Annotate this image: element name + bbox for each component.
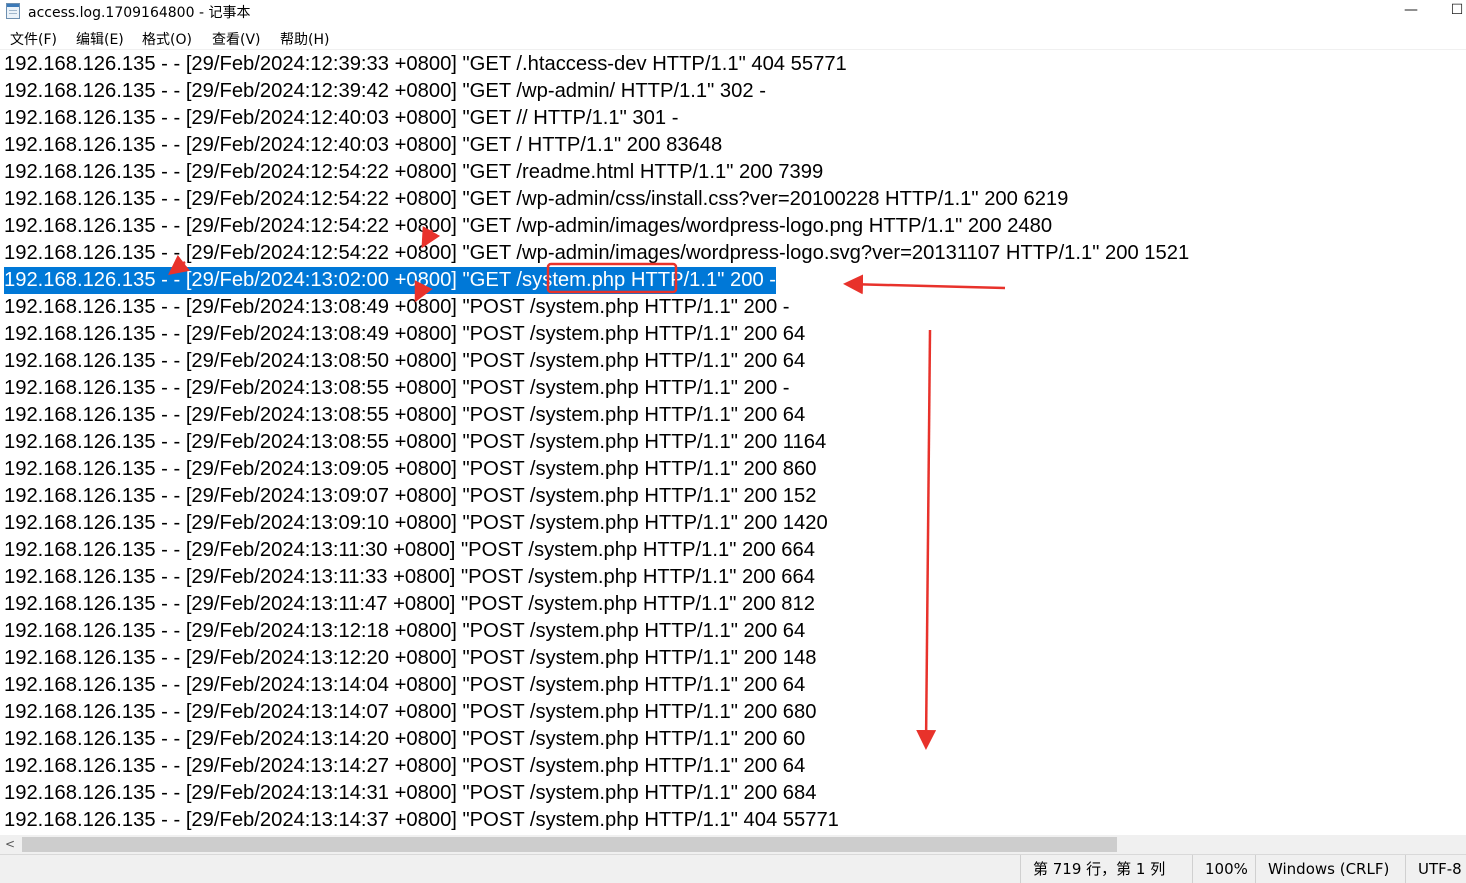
log-line: 192.168.126.135 - - [29/Feb/2024:13:08:4… xyxy=(4,323,806,345)
log-line: 192.168.126.135 - - [29/Feb/2024:13:08:5… xyxy=(4,350,806,372)
log-line: 192.168.126.135 - - [29/Feb/2024:13:08:5… xyxy=(4,404,806,426)
log-line: 192.168.126.135 - - [29/Feb/2024:12:54:2… xyxy=(4,188,1069,210)
menu-bar: 文件(F) 编辑(E) 格式(O) 查看(V) 帮助(H) xyxy=(0,25,1466,50)
log-line: 192.168.126.135 - - [29/Feb/2024:13:14:2… xyxy=(4,728,806,750)
log-line: 192.168.126.135 - - [29/Feb/2024:13:08:5… xyxy=(4,431,827,453)
log-line: 192.168.126.135 - - [29/Feb/2024:13:14:0… xyxy=(4,701,817,723)
log-line: 192.168.126.135 - - [29/Feb/2024:12:39:4… xyxy=(4,80,766,102)
log-line: 192.168.126.135 - - [29/Feb/2024:12:54:2… xyxy=(4,161,824,183)
status-bar: 第 719 行，第 1 列 100% Windows (CRLF) UTF-8 xyxy=(0,854,1466,883)
log-line: 192.168.126.135 - - [29/Feb/2024:13:12:1… xyxy=(4,620,806,642)
maximize-button[interactable]: ☐ xyxy=(1434,0,1466,24)
log-line: 192.168.126.135 - - [29/Feb/2024:13:14:0… xyxy=(4,674,806,696)
title-bar: access.log.1709164800 - 记事本 — ☐ xyxy=(0,0,1466,24)
log-line: 192.168.126.135 - - [29/Feb/2024:12:40:0… xyxy=(4,134,723,156)
log-line: 192.168.126.135 - - [29/Feb/2024:13:14:3… xyxy=(4,809,839,831)
notepad-icon xyxy=(6,3,20,19)
log-line: 192.168.126.135 - - [29/Feb/2024:13:08:5… xyxy=(4,377,790,399)
log-line: 192.168.126.135 - - [29/Feb/2024:12:40:0… xyxy=(4,107,679,129)
menu-format[interactable]: 格式(O) xyxy=(142,29,192,49)
status-position: 第 719 行，第 1 列 xyxy=(1020,855,1166,883)
menu-file[interactable]: 文件(F) xyxy=(10,29,57,49)
log-line: 192.168.126.135 - - [29/Feb/2024:13:09:0… xyxy=(4,458,817,480)
log-line: 192.168.126.135 - - [29/Feb/2024:13:08:4… xyxy=(4,296,790,318)
text-editor[interactable]: 192.168.126.135 - - [29/Feb/2024:12:39:3… xyxy=(0,50,1466,835)
log-line: 192.168.126.135 - - [29/Feb/2024:13:12:2… xyxy=(4,647,817,669)
log-line: 192.168.126.135 - - [29/Feb/2024:13:11:3… xyxy=(4,566,815,588)
status-line-ending: Windows (CRLF) xyxy=(1255,855,1403,883)
log-line: 192.168.126.135 - - [29/Feb/2024:12:39:3… xyxy=(4,53,847,75)
menu-help[interactable]: 帮助(H) xyxy=(280,29,329,49)
scroll-thumb[interactable] xyxy=(22,837,1117,852)
menu-edit[interactable]: 编辑(E) xyxy=(76,29,124,49)
menu-view[interactable]: 查看(V) xyxy=(212,29,261,49)
scroll-left-icon[interactable]: < xyxy=(0,835,20,854)
log-line: 192.168.126.135 - - [29/Feb/2024:13:09:0… xyxy=(4,485,817,507)
log-line: 192.168.126.135 - - [29/Feb/2024:12:54:2… xyxy=(4,215,1053,237)
status-zoom: 100% xyxy=(1192,855,1254,883)
selected-log-line: 192.168.126.135 - - [29/Feb/2024:13:02:0… xyxy=(4,267,777,294)
window-title: access.log.1709164800 - 记事本 xyxy=(28,5,251,21)
horizontal-scrollbar[interactable]: < xyxy=(0,835,1466,854)
log-line: 192.168.126.135 - - [29/Feb/2024:13:11:3… xyxy=(4,539,815,561)
minimize-button[interactable]: — xyxy=(1388,0,1434,24)
log-line: 192.168.126.135 - - [29/Feb/2024:12:54:2… xyxy=(4,242,1190,264)
status-encoding: UTF-8 xyxy=(1405,855,1466,883)
log-line: 192.168.126.135 - - [29/Feb/2024:13:14:2… xyxy=(4,755,806,777)
log-line: 192.168.126.135 - - [29/Feb/2024:13:09:1… xyxy=(4,512,828,534)
log-line: 192.168.126.135 - - [29/Feb/2024:13:11:4… xyxy=(4,593,815,615)
log-line: 192.168.126.135 - - [29/Feb/2024:13:14:3… xyxy=(4,782,817,804)
